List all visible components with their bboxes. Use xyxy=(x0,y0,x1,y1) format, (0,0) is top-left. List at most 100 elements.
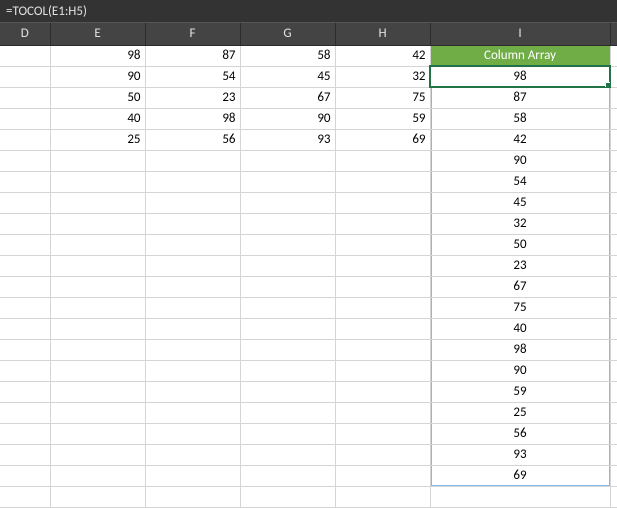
cell[interactable] xyxy=(610,381,617,402)
cell[interactable] xyxy=(0,381,50,402)
cell[interactable]: 40 xyxy=(50,108,145,129)
cell[interactable] xyxy=(610,213,617,234)
cell[interactable] xyxy=(335,318,430,339)
cell[interactable] xyxy=(145,192,240,213)
cell[interactable] xyxy=(240,486,335,507)
cell[interactable] xyxy=(50,360,145,381)
cell[interactable] xyxy=(145,360,240,381)
spreadsheet-grid[interactable]: D E F G H I 98875842Column Array90544532… xyxy=(0,23,617,508)
cell[interactable] xyxy=(610,255,617,276)
cell[interactable]: 69 xyxy=(335,129,430,150)
cell[interactable] xyxy=(0,87,50,108)
spill-cell[interactable]: 23 xyxy=(430,255,610,276)
cell[interactable] xyxy=(50,213,145,234)
col-header-F[interactable]: F xyxy=(145,23,240,45)
cell[interactable] xyxy=(0,213,50,234)
cell[interactable] xyxy=(240,339,335,360)
cell[interactable]: 32 xyxy=(335,66,430,87)
cell[interactable] xyxy=(335,192,430,213)
cell[interactable] xyxy=(610,108,617,129)
cell[interactable] xyxy=(145,318,240,339)
cell[interactable] xyxy=(610,318,617,339)
spill-cell[interactable]: 67 xyxy=(430,276,610,297)
cell[interactable] xyxy=(145,402,240,423)
cell[interactable] xyxy=(610,171,617,192)
cell[interactable] xyxy=(50,402,145,423)
cell[interactable] xyxy=(50,444,145,465)
cell[interactable] xyxy=(145,423,240,444)
formula-bar[interactable]: =TOCOL(E1:H5) xyxy=(0,0,617,23)
cell[interactable] xyxy=(50,486,145,507)
cell[interactable] xyxy=(610,423,617,444)
spill-cell[interactable]: 58 xyxy=(430,108,610,129)
cell[interactable] xyxy=(430,486,610,507)
cell[interactable] xyxy=(0,150,50,171)
cell[interactable] xyxy=(240,192,335,213)
cell[interactable] xyxy=(145,465,240,486)
cell[interactable]: 42 xyxy=(335,45,430,66)
spill-cell[interactable]: 90 xyxy=(430,150,610,171)
cell[interactable] xyxy=(240,171,335,192)
cell[interactable] xyxy=(50,465,145,486)
cell[interactable] xyxy=(50,150,145,171)
cell[interactable]: 58 xyxy=(240,45,335,66)
col-header-E[interactable]: E xyxy=(50,23,145,45)
cell[interactable] xyxy=(240,234,335,255)
spill-cell[interactable]: 56 xyxy=(430,423,610,444)
spill-cell[interactable]: 32 xyxy=(430,213,610,234)
cell[interactable] xyxy=(50,318,145,339)
cell[interactable] xyxy=(145,276,240,297)
cell[interactable] xyxy=(145,213,240,234)
cell[interactable] xyxy=(0,444,50,465)
cell[interactable] xyxy=(0,318,50,339)
column-array-header[interactable]: Column Array xyxy=(430,45,610,66)
cell[interactable] xyxy=(610,87,617,108)
cell[interactable] xyxy=(0,465,50,486)
cell[interactable] xyxy=(0,486,50,507)
cell[interactable]: 87 xyxy=(145,45,240,66)
cell[interactable] xyxy=(610,129,617,150)
cell[interactable] xyxy=(335,381,430,402)
cell[interactable] xyxy=(50,297,145,318)
col-header-H[interactable]: H xyxy=(335,23,430,45)
cell[interactable] xyxy=(335,171,430,192)
cell[interactable] xyxy=(335,465,430,486)
cell[interactable] xyxy=(145,444,240,465)
cell[interactable] xyxy=(240,444,335,465)
spill-cell[interactable]: 59 xyxy=(430,381,610,402)
spill-cell[interactable]: 98 xyxy=(430,339,610,360)
cell[interactable] xyxy=(145,381,240,402)
cell[interactable] xyxy=(145,171,240,192)
cell[interactable] xyxy=(0,360,50,381)
cell[interactable] xyxy=(0,276,50,297)
cell[interactable]: 25 xyxy=(50,129,145,150)
spill-cell[interactable]: 54 xyxy=(430,171,610,192)
cell[interactable] xyxy=(0,297,50,318)
cell[interactable] xyxy=(335,150,430,171)
cell[interactable] xyxy=(0,234,50,255)
cell[interactable] xyxy=(240,297,335,318)
cell[interactable]: 59 xyxy=(335,108,430,129)
cell[interactable] xyxy=(335,276,430,297)
spill-cell[interactable]: 45 xyxy=(430,192,610,213)
cell[interactable] xyxy=(610,444,617,465)
spill-cell[interactable]: 90 xyxy=(430,360,610,381)
cell[interactable]: 98 xyxy=(145,108,240,129)
cell[interactable]: 56 xyxy=(145,129,240,150)
cell[interactable] xyxy=(240,381,335,402)
cell[interactable] xyxy=(610,360,617,381)
cell[interactable] xyxy=(145,486,240,507)
cell[interactable] xyxy=(610,66,617,87)
cell[interactable] xyxy=(335,213,430,234)
cell[interactable]: 50 xyxy=(50,87,145,108)
cell[interactable] xyxy=(610,339,617,360)
col-header-G[interactable]: G xyxy=(240,23,335,45)
cell[interactable] xyxy=(240,150,335,171)
cell[interactable] xyxy=(0,171,50,192)
spill-cell[interactable]: 69 xyxy=(430,465,610,486)
cell[interactable] xyxy=(335,402,430,423)
cell[interactable] xyxy=(610,297,617,318)
cell[interactable] xyxy=(0,255,50,276)
cell[interactable]: 23 xyxy=(145,87,240,108)
cell[interactable] xyxy=(0,339,50,360)
